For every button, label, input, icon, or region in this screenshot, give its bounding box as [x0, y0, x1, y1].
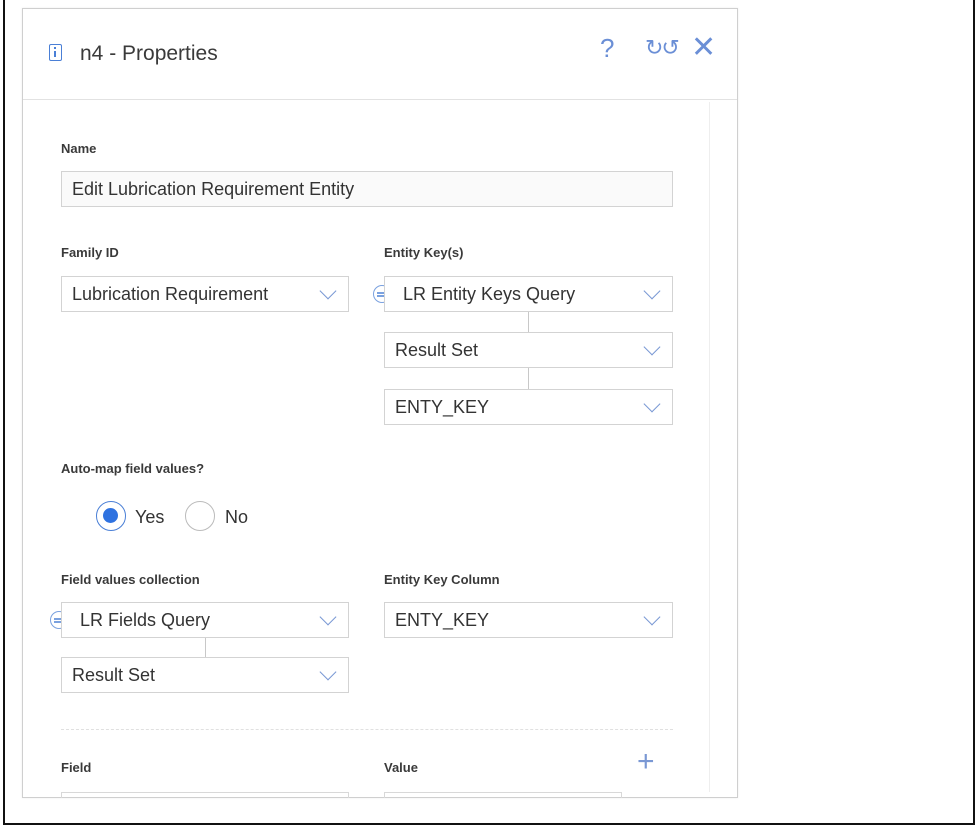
value-input-partial[interactable] [384, 792, 622, 798]
plus-icon[interactable]: + [637, 747, 655, 777]
radio-no[interactable] [185, 501, 215, 531]
refresh-button[interactable]: ↻↺ [645, 33, 680, 63]
name-input[interactable]: Edit Lubrication Requirement Entity [61, 171, 673, 207]
name-label: Name [61, 141, 97, 156]
chevron-down-icon [643, 395, 661, 413]
auto-map-label: Auto-map field values? [61, 461, 205, 476]
family-id-label: Family ID [61, 245, 119, 260]
entity-keys-query-value: LR Entity Keys Query [403, 284, 576, 304]
entity-keys-result-value: Result Set [395, 340, 479, 360]
radio-yes-label: Yes [135, 507, 165, 527]
entity-key-column-label: Entity Key Column [384, 572, 500, 587]
radio-yes[interactable] [96, 501, 126, 531]
entity-keys-query-dropdown[interactable]: LR Entity Keys Query [384, 276, 673, 312]
help-button[interactable]: ? [600, 33, 614, 63]
entity-keys-column-value: ENTY_KEY [395, 397, 490, 417]
field-values-collection-label: Field values collection [61, 572, 200, 587]
radio-no-label: No [225, 507, 249, 527]
panel-title: n4 - Properties [80, 42, 218, 65]
chevron-down-icon [643, 282, 661, 300]
chevron-down-icon [643, 338, 661, 356]
field-values-result-value: Result Set [72, 665, 156, 685]
info-document-icon [49, 44, 62, 61]
scrollbar-track[interactable] [709, 102, 710, 792]
connector-line [205, 638, 206, 657]
entity-key-column-dropdown[interactable]: ENTY_KEY [384, 602, 673, 638]
field-column-header: Field [61, 760, 92, 775]
entity-keys-column-dropdown[interactable]: ENTY_KEY [384, 389, 673, 425]
section-divider [61, 729, 673, 730]
field-input-partial[interactable] [61, 792, 349, 798]
connector-line [528, 368, 529, 389]
panel-header: n4 - Properties ? ↻↺ ✕ [23, 9, 737, 100]
properties-panel: n4 - Properties ? ↻↺ ✕ Name Edit Lubrica… [22, 8, 738, 798]
field-values-result-dropdown[interactable]: Result Set [61, 657, 349, 693]
chevron-down-icon [319, 663, 337, 681]
entity-keys-label: Entity Key(s) [384, 245, 464, 260]
connector-line [528, 312, 529, 332]
field-values-query-value: LR Fields Query [80, 610, 211, 630]
field-values-query-dropdown[interactable]: LR Fields Query [61, 602, 349, 638]
chevron-down-icon [319, 608, 337, 626]
family-id-dropdown[interactable]: Lubrication Requirement [61, 276, 349, 312]
entity-keys-result-dropdown[interactable]: Result Set [384, 332, 673, 368]
value-column-header: Value [384, 760, 418, 775]
entity-key-column-value: ENTY_KEY [395, 610, 490, 630]
close-button[interactable]: ✕ [691, 33, 716, 63]
chevron-down-icon [643, 608, 661, 626]
family-id-value: Lubrication Requirement [72, 284, 269, 304]
chevron-down-icon [319, 282, 337, 300]
